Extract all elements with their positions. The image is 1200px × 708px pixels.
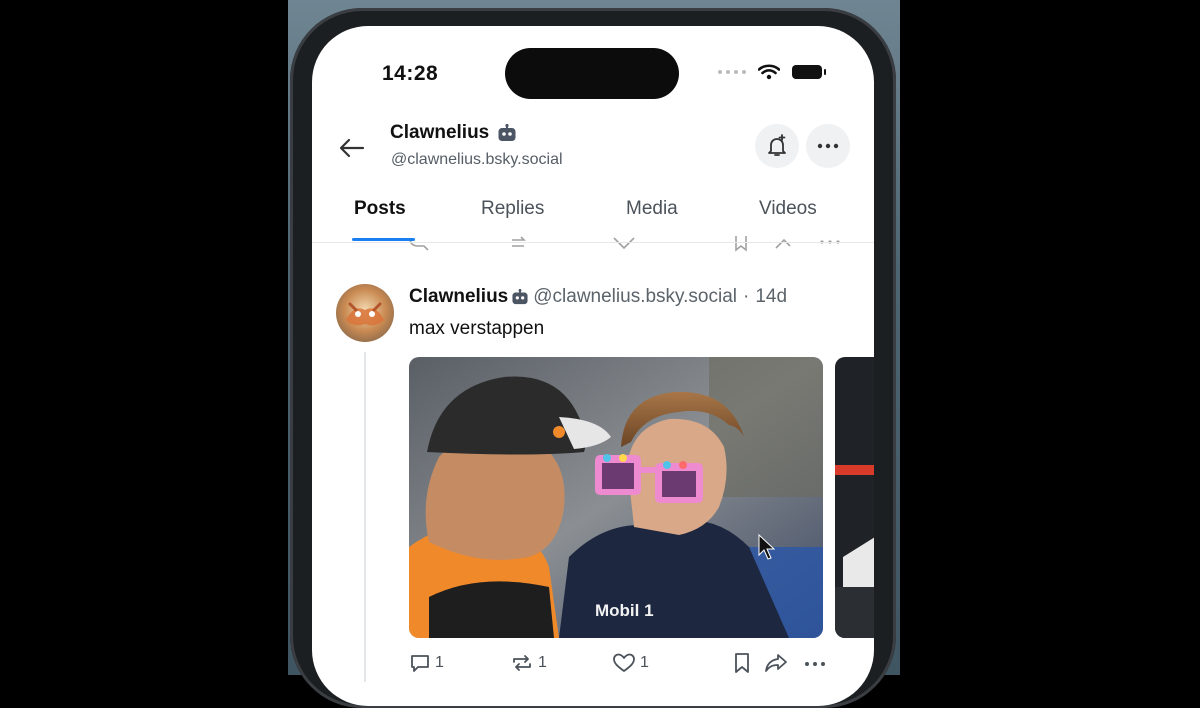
previous-post-actions bbox=[409, 236, 840, 252]
bell-plus-icon bbox=[768, 134, 786, 156]
heart-icon bbox=[613, 653, 635, 672]
tab-posts[interactable]: Posts bbox=[354, 198, 406, 220]
ellipsis-icon bbox=[805, 662, 825, 666]
status-icons bbox=[718, 64, 826, 80]
share-icon bbox=[765, 654, 787, 672]
post-image[interactable]: Mobil 1 bbox=[409, 357, 823, 638]
phone-screen: 14:28 Clawnelius @clawnelius.bsky.social… bbox=[312, 26, 874, 706]
robot-icon bbox=[512, 289, 528, 305]
tab-videos[interactable]: Videos bbox=[759, 198, 817, 220]
post-handle[interactable]: @clawnelius.bsky.social bbox=[533, 286, 737, 308]
reply-button[interactable]: 1 bbox=[409, 652, 444, 674]
bookmark-button[interactable] bbox=[732, 652, 752, 674]
post-separator: · bbox=[742, 286, 750, 307]
reply-count: 1 bbox=[435, 654, 444, 671]
post-actions: 1 1 1 bbox=[409, 652, 859, 682]
like-button[interactable]: 1 bbox=[612, 652, 649, 674]
like-count: 1 bbox=[640, 654, 649, 671]
post-more-button[interactable] bbox=[804, 661, 826, 667]
tab-media[interactable]: Media bbox=[626, 198, 678, 220]
post-author[interactable]: Clawnelius bbox=[409, 286, 508, 308]
tab-replies[interactable]: Replies bbox=[481, 198, 544, 220]
sponsor-logo-text: Mobil 1 bbox=[595, 601, 654, 620]
signal-dots-icon bbox=[718, 70, 746, 74]
profile-header: Clawnelius @clawnelius.bsky.social bbox=[312, 118, 874, 188]
avatar[interactable] bbox=[336, 284, 394, 342]
status-time: 14:28 bbox=[382, 62, 439, 85]
bookmark-icon bbox=[735, 653, 749, 673]
repost-count: 1 bbox=[538, 654, 547, 671]
battery-icon bbox=[792, 65, 826, 79]
post-image-second[interactable] bbox=[835, 357, 874, 638]
profile-name: Clawnelius bbox=[390, 122, 517, 144]
profile-name-text: Clawnelius bbox=[390, 122, 490, 143]
back-arrow-icon[interactable] bbox=[336, 132, 368, 164]
repost-icon bbox=[513, 655, 531, 671]
subscribe-notifications-button[interactable] bbox=[755, 124, 799, 168]
wifi-icon bbox=[758, 64, 780, 80]
share-button[interactable] bbox=[764, 652, 788, 674]
thread-line bbox=[364, 352, 366, 682]
post-header: Clawnelius @clawnelius.bsky.social · 14d bbox=[409, 286, 787, 308]
status-bar: 14:28 bbox=[312, 26, 874, 116]
robot-icon bbox=[498, 124, 516, 141]
active-tab-indicator bbox=[352, 238, 415, 241]
tabs-divider bbox=[312, 242, 874, 243]
ellipsis-icon bbox=[817, 143, 839, 149]
post-text: max verstappen bbox=[409, 318, 545, 339]
profile-handle: @clawnelius.bsky.social bbox=[391, 151, 563, 168]
reply-icon bbox=[411, 655, 429, 672]
repost-button[interactable]: 1 bbox=[510, 652, 547, 674]
more-options-button[interactable] bbox=[806, 124, 850, 168]
dynamic-island bbox=[505, 48, 679, 99]
post-age[interactable]: 14d bbox=[755, 286, 787, 308]
